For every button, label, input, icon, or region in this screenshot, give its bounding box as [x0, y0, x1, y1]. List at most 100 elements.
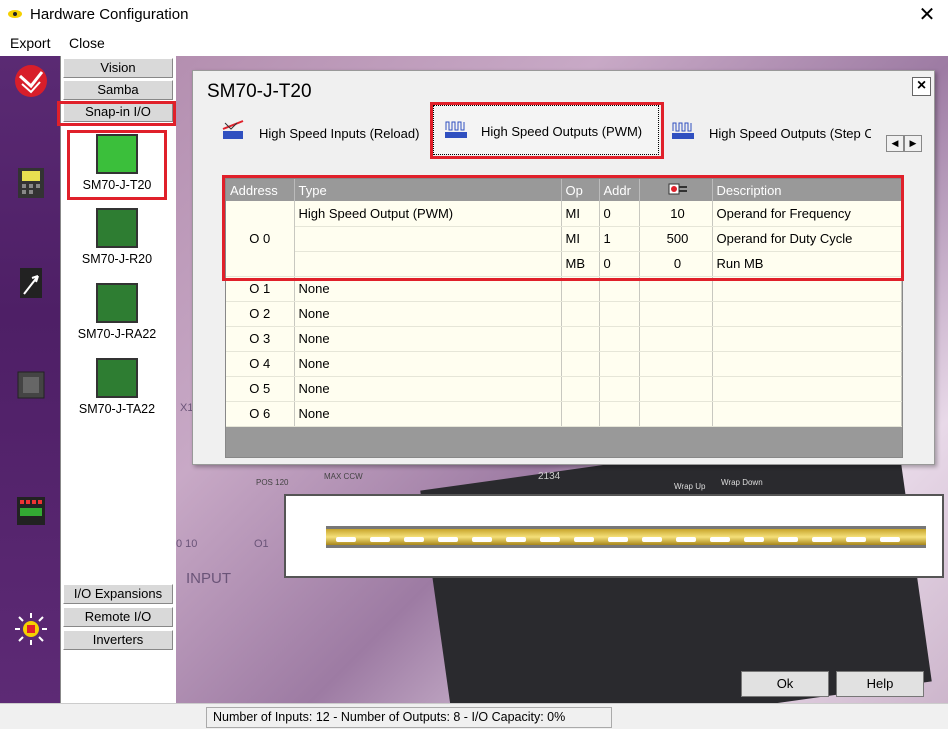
module-sm70-j-r20[interactable]: SM70-J-R20	[67, 208, 167, 266]
value-cell[interactable]: 10	[639, 201, 713, 227]
col-value	[639, 179, 713, 201]
bg-text: 0 10	[176, 538, 198, 550]
op-cell[interactable]: MI	[561, 201, 600, 227]
bg-text: POS 120	[256, 478, 289, 487]
step-output-icon	[672, 122, 694, 139]
status-bar: Number of Inputs: 12 - Number of Outputs…	[0, 703, 948, 729]
bg-text: O1	[254, 538, 269, 550]
dialog-close-button[interactable]: ×	[912, 77, 931, 96]
type-cell[interactable]: High Speed Output (PWM)	[294, 201, 562, 227]
help-button[interactable]: Help	[836, 671, 924, 697]
type-cell[interactable]: None	[294, 276, 562, 302]
category-snap-in-io[interactable]: Snap-in I/O	[63, 102, 173, 122]
tab-scroll-right-button[interactable]: ▶	[904, 135, 922, 152]
address-cell: O 4	[226, 351, 295, 377]
bg-text: MAX CCW	[324, 472, 363, 481]
address-cell: O 0	[226, 201, 295, 277]
tab-label: High Speed Outputs (PWM)	[481, 124, 643, 139]
module-sm70-j-t20[interactable]: SM70-J-T20	[67, 134, 167, 192]
type-cell[interactable]: None	[294, 351, 562, 377]
description-cell: Operand for Frequency	[712, 201, 902, 227]
addr-cell[interactable]: 0	[599, 201, 640, 227]
table-row[interactable]: O 0 High Speed Output (PWM) MI 0 10 Oper…	[226, 201, 902, 277]
col-addr: Addr	[599, 179, 640, 201]
output-config-grid: Address Type Op Addr Description O 0 Hig…	[225, 178, 903, 458]
category-io-expansions[interactable]: I/O Expansions	[63, 584, 173, 604]
hardware-side-panel: Vision Samba Snap-in I/O SM70-J-T20 SM70…	[60, 56, 176, 703]
module-label: SM70-J-RA22	[77, 327, 157, 341]
module-sm70-j-ta22[interactable]: SM70-J-TA22	[67, 358, 167, 416]
module-chip-icon	[96, 208, 138, 248]
type-cell[interactable]: None	[294, 326, 562, 352]
window-close-button[interactable]: ✕	[914, 2, 940, 27]
dialog-title: SM70-J-T20	[207, 81, 312, 102]
type-cell[interactable]: None	[294, 401, 562, 427]
bg-text: Wrap Down	[721, 478, 763, 487]
addr-cell[interactable]: 0	[599, 251, 640, 277]
module-label: SM70-J-T20	[82, 178, 152, 192]
category-vision[interactable]: Vision	[63, 58, 173, 78]
din-rail-panel	[284, 494, 944, 578]
status-text: Number of Inputs: 12 - Number of Outputs…	[206, 707, 612, 728]
table-row[interactable]: MI 1 500 Operand for Duty Cycle	[226, 226, 902, 252]
module-chip-icon	[96, 134, 138, 174]
module-label: SM70-J-TA22	[78, 402, 156, 416]
title-bar: Hardware Configuration ✕	[0, 0, 948, 30]
category-inverters[interactable]: Inverters	[63, 630, 173, 650]
left-icon-bar	[0, 56, 60, 703]
address-cell: O 5	[226, 376, 295, 402]
module-sm70-j-ra22[interactable]: SM70-J-RA22	[67, 283, 167, 341]
sun-lamp-icon[interactable]	[14, 612, 48, 646]
table-row[interactable]: O 1 None	[226, 276, 902, 302]
ok-button[interactable]: Ok	[741, 671, 829, 697]
col-op: Op	[561, 179, 600, 201]
op-cell[interactable]: MB	[561, 251, 600, 277]
addr-cell[interactable]: 1	[599, 226, 640, 252]
bg-text: INPUT	[186, 570, 231, 587]
type-cell	[294, 226, 562, 252]
tab-high-speed-inputs[interactable]: High Speed Inputs (Reload)	[221, 109, 427, 157]
grid-footer	[226, 427, 902, 457]
io-block-icon[interactable]	[14, 494, 48, 528]
module-label: SM70-J-R20	[81, 252, 153, 266]
hs-input-icon	[222, 120, 244, 139]
tab-high-speed-outputs-step[interactable]: High Speed Outputs (Step C	[671, 109, 871, 157]
tab-label: High Speed Inputs (Reload)	[259, 126, 420, 141]
panel-arrow-icon[interactable]	[14, 266, 48, 300]
type-cell[interactable]: None	[294, 376, 562, 402]
tab-scroll-left-button[interactable]: ◀	[886, 135, 904, 152]
value-cell[interactable]: 0	[639, 251, 713, 277]
value-cell[interactable]: 500	[639, 226, 713, 252]
col-address: Address	[226, 179, 295, 201]
tab-label: High Speed Outputs (Step C	[709, 126, 871, 141]
logo-icon[interactable]	[14, 64, 48, 98]
menu-close[interactable]: Close	[69, 35, 105, 51]
description-cell: Run MB	[712, 251, 902, 277]
bg-text: Wrap Up	[674, 482, 706, 491]
address-cell: O 1	[226, 276, 295, 302]
module-icon[interactable]	[14, 368, 48, 402]
bg-text: 2134	[538, 471, 561, 482]
category-samba[interactable]: Samba	[63, 80, 173, 100]
module-dialog: SM70-J-T20 × High Speed Inputs (Reload) …	[192, 70, 935, 465]
table-header-row: Address Type Op Addr Description	[226, 179, 902, 201]
tab-high-speed-outputs-pwm[interactable]: High Speed Outputs (PWM)	[433, 105, 659, 155]
col-type: Type	[294, 179, 562, 201]
type-cell[interactable]: None	[294, 301, 562, 327]
controller-icon[interactable]	[14, 166, 48, 200]
menu-bar: Export Close	[0, 32, 948, 54]
pwm-output-icon	[445, 121, 467, 138]
table-row[interactable]: O 6 None	[226, 401, 902, 427]
table-row[interactable]: O 5 None	[226, 376, 902, 402]
table-row[interactable]: O 2 None	[226, 301, 902, 327]
table-row[interactable]: O 4 None	[226, 351, 902, 377]
type-cell	[294, 251, 562, 277]
menu-export[interactable]: Export	[10, 35, 50, 51]
category-remote-io[interactable]: Remote I/O	[63, 607, 173, 627]
table-row[interactable]: O 3 None	[226, 326, 902, 352]
table-row[interactable]: MB 0 0 Run MB	[226, 251, 902, 277]
module-chip-icon	[96, 283, 138, 323]
address-cell: O 3	[226, 326, 295, 352]
app-icon	[8, 10, 22, 18]
op-cell[interactable]: MI	[561, 226, 600, 252]
